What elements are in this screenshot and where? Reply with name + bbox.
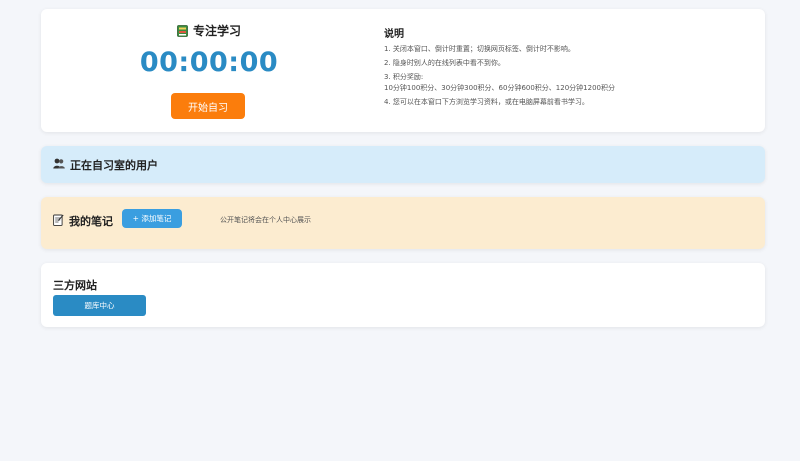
online-users-card: 正在自习室的用户 xyxy=(41,146,765,183)
question-bank-button[interactable]: 题库中心 xyxy=(53,295,146,316)
page: 专注学习 00:00:00 开始自习 说明 1. 关闭本窗口、倒计时重置；切换网… xyxy=(0,0,800,461)
third-party-title: 三方网站 xyxy=(53,279,97,292)
third-party-sites-card: 三方网站 题库中心 xyxy=(41,263,765,327)
instruction-item: 4. 您可以在本窗口下方浏览学习资料，或在电脑屏幕前看书学习。 xyxy=(384,98,589,106)
online-users-title: 正在自习室的用户 xyxy=(53,157,158,173)
instruction-item: 10分钟100积分、30分钟300积分、60分钟600积分、120分钟1200积… xyxy=(384,84,615,92)
my-notes-title-text: 我的笔记 xyxy=(69,215,113,228)
notepad-icon xyxy=(53,214,64,229)
my-notes-card: 我的笔记 + 添加笔记 公开笔记将会在个人中心展示 xyxy=(41,197,765,249)
timer-title: 专注学习 xyxy=(41,22,377,39)
instruction-item: 2. 隐身时别人的在线列表中看不到你。 xyxy=(384,59,505,67)
book-icon xyxy=(177,24,188,37)
timer-card: 专注学习 00:00:00 开始自习 说明 1. 关闭本窗口、倒计时重置；切换网… xyxy=(41,9,765,132)
timer-display: 00:00:00 xyxy=(139,47,279,78)
my-notes-title: 我的笔记 xyxy=(53,213,113,229)
start-study-button[interactable]: 开始自习 xyxy=(171,93,245,119)
instruction-item: 1. 关闭本窗口、倒计时重置；切换网页标签、倒计时不影响。 xyxy=(384,45,575,53)
notes-hint: 公开笔记将会在个人中心展示 xyxy=(220,216,311,224)
online-users-title-text: 正在自习室的用户 xyxy=(70,159,158,172)
timer-title-text: 专注学习 xyxy=(192,24,241,38)
instructions-panel: 说明 1. 关闭本窗口、倒计时重置；切换网页标签、倒计时不影响。 2. 隐身时别… xyxy=(384,25,754,111)
instructions-title: 说明 xyxy=(384,29,404,40)
instruction-item: 3. 积分奖励: xyxy=(384,73,424,81)
timer-panel: 专注学习 00:00:00 开始自习 xyxy=(41,9,377,132)
add-note-button[interactable]: + 添加笔记 xyxy=(122,209,182,228)
users-icon xyxy=(53,158,65,172)
